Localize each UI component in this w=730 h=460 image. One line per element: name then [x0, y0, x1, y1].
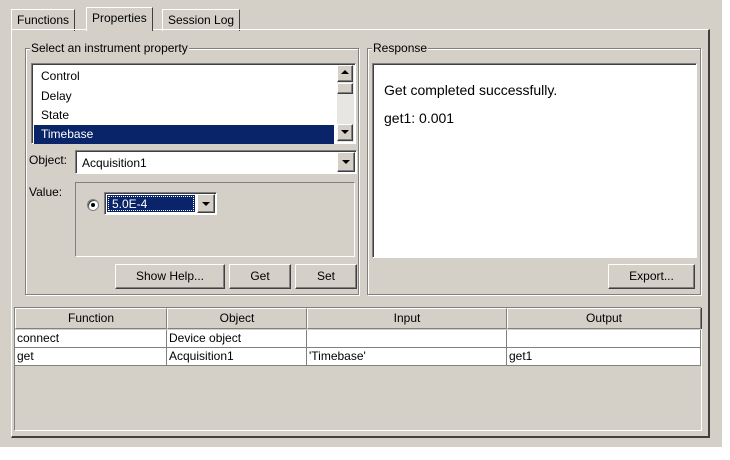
object-select-value: Acquisition1	[82, 156, 147, 170]
table-cell: get	[15, 348, 167, 366]
chevron-down-icon	[342, 160, 350, 164]
show-help-button[interactable]: Show Help...	[115, 264, 225, 289]
table-cell: get1	[507, 348, 701, 366]
table-cell: Acquisition1	[167, 348, 307, 366]
column-header-object[interactable]: Object	[167, 308, 307, 329]
radio-dot	[91, 203, 95, 207]
tab-functions[interactable]: Functions	[11, 9, 76, 31]
window-edge-right	[722, 0, 730, 460]
chevron-down-icon	[341, 130, 349, 134]
list-item-control[interactable]: Control	[34, 67, 334, 86]
column-header-input[interactable]: Input	[307, 308, 507, 329]
export-button[interactable]: Export...	[608, 264, 695, 289]
tab-properties-label: Properties	[92, 11, 147, 25]
list-scrollbar[interactable]	[337, 65, 354, 142]
property-list[interactable]: Control Delay State Timebase	[31, 63, 356, 144]
column-header-function[interactable]: Function	[15, 308, 167, 329]
object-label: Object:	[29, 153, 68, 167]
column-header-output[interactable]: Output	[507, 308, 701, 329]
object-select[interactable]: Acquisition1	[75, 150, 357, 174]
list-item-timebase[interactable]: Timebase	[34, 125, 334, 144]
response-groupbox-title: Response	[372, 41, 429, 55]
table-cell: Device object	[167, 330, 307, 348]
value-dropdown-button[interactable]	[197, 194, 215, 213]
tab-session-log[interactable]: Session Log	[162, 9, 241, 31]
table-cell: 'Timebase'	[307, 348, 507, 366]
response-line-2: get1: 0.001	[384, 110, 455, 126]
chevron-up-icon	[341, 70, 349, 74]
table-row[interactable]: connect Device object	[15, 330, 701, 348]
tab-properties[interactable]: Properties	[86, 7, 153, 31]
scroll-down-button[interactable]	[337, 124, 353, 141]
value-select[interactable]: 5.0E-4	[104, 192, 217, 215]
value-select-selection: 5.0E-4	[107, 195, 195, 212]
scroll-thumb[interactable]	[337, 83, 353, 94]
tab-functions-label: Functions	[17, 13, 70, 27]
instrument-control-panel: Functions Properties Session Log Select …	[0, 0, 722, 447]
get-button[interactable]: Get	[229, 264, 291, 289]
tab-session-log-label: Session Log	[168, 13, 235, 27]
value-label: Value:	[29, 185, 63, 199]
object-dropdown-button[interactable]	[337, 152, 355, 172]
table-cell	[307, 330, 507, 348]
value-select-text: 5.0E-4	[112, 197, 148, 211]
table-row[interactable]: get Acquisition1 'Timebase' get1	[15, 348, 701, 366]
list-item-delay[interactable]: Delay	[34, 87, 334, 106]
value-panel: 5.0E-4	[75, 182, 355, 257]
log-table: Function Object Input Output connect Dev…	[14, 307, 702, 431]
response-textarea[interactable]: Get completed successfully. get1: 0.001	[372, 63, 697, 258]
property-groupbox-title: Select an instrument property	[30, 41, 189, 55]
chevron-down-icon	[202, 202, 210, 206]
scroll-up-button[interactable]	[337, 65, 353, 82]
value-radio[interactable]	[87, 199, 99, 211]
response-line-1: Get completed successfully.	[384, 82, 558, 98]
table-cell: connect	[15, 330, 167, 348]
list-item-state[interactable]: State	[34, 106, 334, 125]
window-edge-bottom	[0, 447, 722, 460]
set-button[interactable]: Set	[295, 264, 357, 289]
table-cell	[507, 330, 701, 348]
